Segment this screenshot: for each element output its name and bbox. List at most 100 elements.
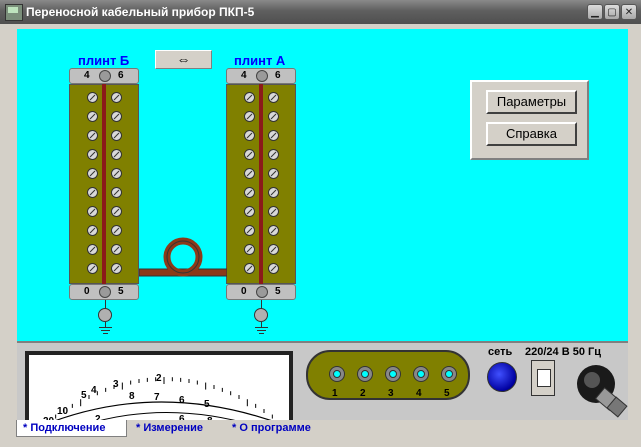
meter-label: 5 [81, 390, 87, 401]
plint-a-terminal[interactable]: 4 6 0 5 [226, 68, 296, 300]
title-bar: Переносной кабельный прибор ПКП-5 ▁ ▢ ✕ [0, 0, 641, 24]
terminal-screw-icon[interactable] [87, 244, 98, 255]
jack-1[interactable] [329, 366, 345, 382]
terminal-screw-icon[interactable] [244, 263, 255, 274]
cap-screw-icon [256, 286, 268, 298]
terminal-screw-icon[interactable] [244, 225, 255, 236]
terminal-screw-icon[interactable] [87, 149, 98, 160]
meter-label: 6 [179, 395, 185, 406]
terminal-screw-icon[interactable] [111, 111, 122, 122]
terminal-screw-icon[interactable] [268, 187, 279, 198]
terminal-screw-icon[interactable] [87, 206, 98, 217]
terminal-screw-icon[interactable] [244, 111, 255, 122]
window-title: Переносной кабельный прибор ПКП-5 [26, 5, 255, 19]
terminal-screw-icon[interactable] [87, 225, 98, 236]
terminal-screw-icon[interactable] [87, 187, 98, 198]
terminal-screw-icon[interactable] [268, 149, 279, 160]
plint-b-top-cap: 4 6 [69, 68, 139, 84]
cap-screw-icon [256, 70, 268, 82]
terminal-screw-icon[interactable] [111, 149, 122, 160]
ground-screw-icon [254, 308, 268, 322]
terminal-screw-icon[interactable] [268, 92, 279, 103]
meter-label: 3 [113, 379, 119, 390]
plint-a-bottom-right-number: 5 [275, 286, 281, 297]
terminal-screw-icon[interactable] [111, 263, 122, 274]
terminal-screw-icon[interactable] [111, 206, 122, 217]
terminal-screw-icon[interactable] [268, 206, 279, 217]
terminal-screw-icon[interactable] [111, 244, 122, 255]
terminal-screw-icon[interactable] [111, 168, 122, 179]
terminal-screw-icon[interactable] [268, 244, 279, 255]
plint-b-bottom-cap: 0 5 [69, 284, 139, 300]
terminal-screw-icon[interactable] [268, 225, 279, 236]
jack-3[interactable] [385, 366, 401, 382]
plint-a-top-cap: 4 6 [226, 68, 296, 84]
tab-about[interactable]: * О программе [228, 420, 328, 437]
tab-bar: * Подключение * Измерение * О программе [0, 420, 641, 447]
terminal-screw-icon[interactable] [244, 206, 255, 217]
meter-label: 8 [129, 391, 135, 402]
terminal-screw-icon[interactable] [87, 111, 98, 122]
plint-a-label: плинт А [234, 53, 286, 68]
swap-button[interactable]: ⇔ [155, 50, 212, 69]
rotary-knob-icon[interactable] [572, 360, 630, 420]
terminal-screw-icon[interactable] [111, 225, 122, 236]
terminal-screw-icon[interactable] [87, 92, 98, 103]
help-button[interactable]: Справка [486, 122, 577, 146]
meter-label: 4 [91, 385, 97, 396]
terminal-screw-icon[interactable] [244, 187, 255, 198]
tab-label: * Подключение [23, 422, 106, 434]
terminal-screw-icon[interactable] [111, 187, 122, 198]
terminal-screw-icon[interactable] [111, 130, 122, 141]
plint-a-bottom-cap: 0 5 [226, 284, 296, 300]
app-icon [5, 4, 23, 21]
terminal-screw-icon[interactable] [268, 263, 279, 274]
tab-connection[interactable]: * Подключение [16, 420, 127, 437]
terminal-screw-icon[interactable] [87, 263, 98, 274]
terminal-screw-icon[interactable] [244, 244, 255, 255]
plint-b-bottom-left-number: 0 [84, 286, 90, 297]
terminal-screw-icon[interactable] [244, 168, 255, 179]
terminal-screw-icon[interactable] [244, 92, 255, 103]
params-button[interactable]: Параметры [486, 90, 577, 114]
terminal-screw-icon[interactable] [87, 130, 98, 141]
terminal-screw-icon[interactable] [268, 130, 279, 141]
analog-meter: 5 4 3 2 10 8 7 6 5 20 2 6 8 [25, 351, 293, 426]
swap-arrows-icon: ⇔ [176, 51, 191, 67]
terminal-screw-icon[interactable] [244, 149, 255, 160]
ground-screw-icon [98, 308, 112, 322]
terminal-screw-icon[interactable] [268, 111, 279, 122]
minimize-icon[interactable]: ▁ [587, 4, 603, 20]
voltage-label: 220/24 В 50 Гц [525, 346, 601, 358]
plint-b-top-right-number: 6 [118, 70, 124, 81]
plint-b-strip [102, 84, 106, 284]
jack-5[interactable] [441, 366, 457, 382]
jack-4[interactable] [413, 366, 429, 382]
cable-coil [139, 237, 227, 277]
meter-label: 10 [57, 406, 69, 417]
jack-5-label: 5 [444, 388, 450, 399]
meter-label: 7 [154, 392, 160, 403]
power-switch[interactable] [531, 360, 555, 396]
maximize-icon[interactable]: ▢ [604, 4, 620, 20]
terminal-screw-icon[interactable] [111, 92, 122, 103]
cap-screw-icon [99, 286, 111, 298]
power-label: сеть [488, 346, 513, 358]
plint-b-bottom-right-number: 5 [118, 286, 124, 297]
terminal-screw-icon[interactable] [268, 168, 279, 179]
tab-label: * Измерение [136, 422, 204, 434]
terminal-screw-icon[interactable] [244, 130, 255, 141]
jack-2[interactable] [357, 366, 373, 382]
plint-b-terminal[interactable]: 4 6 0 5 [69, 68, 139, 300]
terminal-screw-icon[interactable] [87, 168, 98, 179]
jack-4-label: 4 [416, 388, 422, 399]
power-lamp-icon [487, 362, 517, 392]
meter-label: 2 [156, 373, 162, 384]
tab-label: * О программе [232, 422, 311, 434]
jack-1-label: 1 [332, 388, 338, 399]
tab-measurement[interactable]: * Измерение [132, 420, 224, 437]
jack-3-label: 3 [388, 388, 394, 399]
close-icon[interactable]: ✕ [621, 4, 637, 20]
meter-label: 5 [204, 399, 210, 410]
plint-a-bottom-left-number: 0 [241, 286, 247, 297]
